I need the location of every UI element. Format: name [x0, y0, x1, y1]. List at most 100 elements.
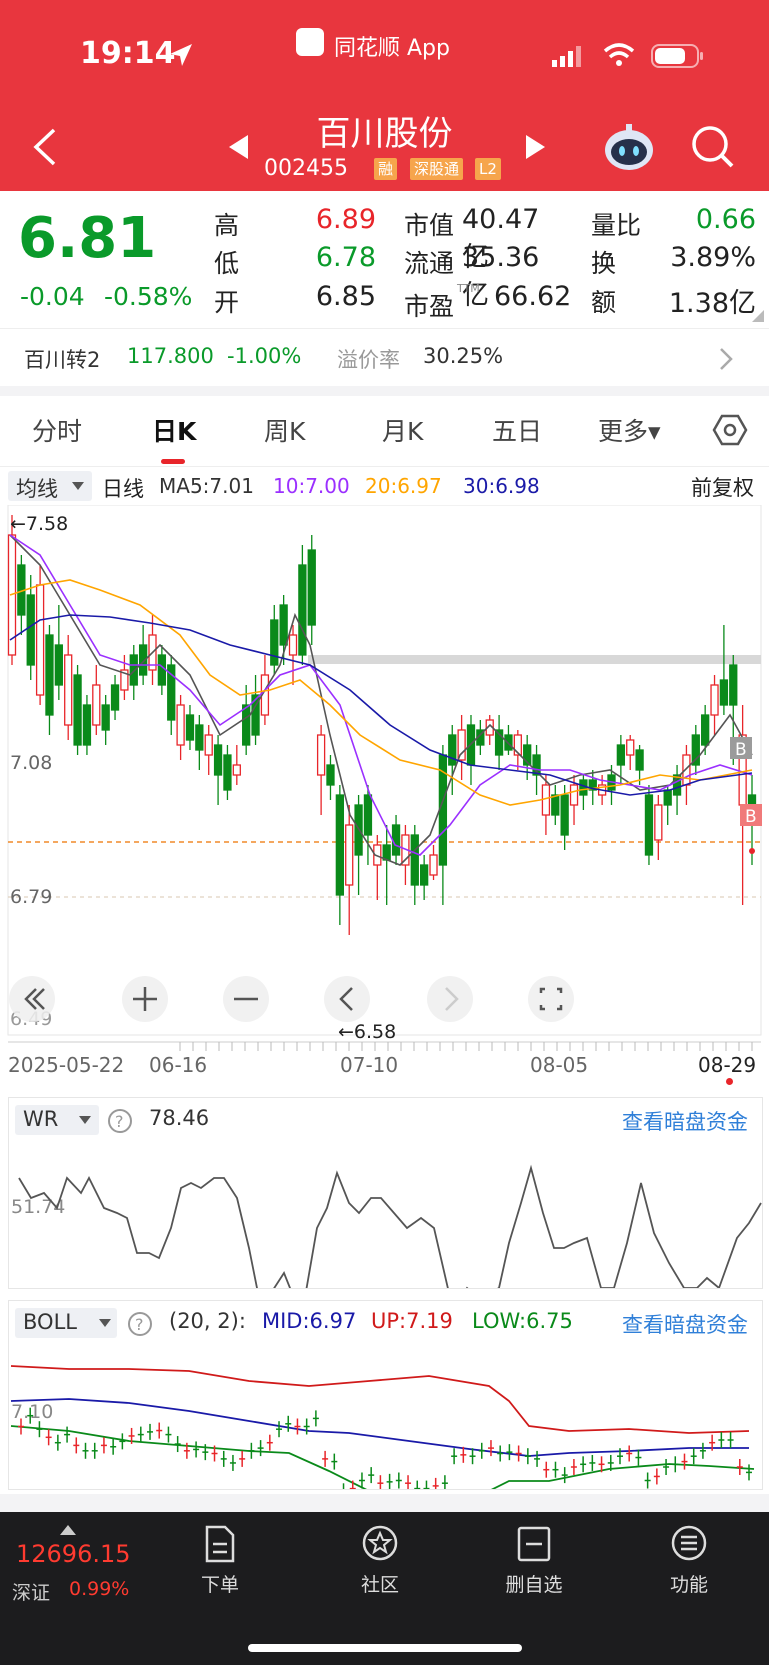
- candle: [54, 644, 63, 686]
- candle: [363, 794, 373, 836]
- candle: [719, 679, 729, 706]
- candle: [316, 734, 326, 776]
- fullscreen-button[interactable]: [528, 976, 574, 1022]
- candle: [391, 824, 401, 856]
- scroll-left-button[interactable]: [9, 976, 55, 1022]
- bottom-bar: 12696.15 深证 0.99% 下单 社区 删自选 功能: [0, 1512, 769, 1665]
- kline-chart[interactable]: 7.08 6.79 6.49 ←7.58 ←6.58 B B 2025-05-2…: [0, 505, 769, 1075]
- zoom-in-button[interactable]: [122, 976, 168, 1022]
- chevron-right-icon: [720, 348, 733, 370]
- candle: [701, 714, 710, 746]
- active-tab-indicator: [161, 459, 185, 464]
- wifi-icon: [603, 43, 635, 66]
- market-cap-label: 市值: [404, 211, 455, 240]
- candle: [448, 734, 457, 766]
- candle: [541, 784, 551, 816]
- price-label-7.08: 7.08: [10, 752, 52, 774]
- battery-icon: [651, 44, 703, 68]
- ma20-value: 20:6.97: [365, 474, 442, 498]
- candle: [626, 739, 635, 756]
- indicator-selector[interactable]: 均线: [8, 471, 92, 501]
- dropdown-arrow-icon: [72, 482, 84, 490]
- candle: [204, 734, 213, 756]
- high-marker: ←7.58: [10, 513, 68, 535]
- ma30-value: 30:6.98: [463, 474, 540, 498]
- app-name: 同花顺 App: [334, 36, 450, 61]
- candle: [654, 804, 663, 841]
- menu-icon: [671, 1525, 707, 1561]
- boll-params: (20, 2):: [169, 1309, 246, 1333]
- adjust-mode[interactable]: 前复权: [691, 472, 754, 502]
- candle: [345, 824, 354, 886]
- index-pct: 0.99%: [69, 1578, 130, 1600]
- convertible-bond-row[interactable]: 百川转2 117.800 -1.00% 溢价率 30.25%: [0, 330, 769, 386]
- candle: [270, 619, 279, 666]
- amount-value: 1.38亿: [668, 288, 756, 319]
- candle: [157, 654, 167, 686]
- current-price: 6.81: [18, 206, 157, 271]
- candle: [185, 714, 195, 741]
- candle: [410, 834, 419, 886]
- candle: [64, 654, 73, 726]
- zoom-out-button[interactable]: [223, 976, 269, 1022]
- signal-icon: [552, 46, 581, 67]
- ma5-value: MA5:7.01: [159, 474, 254, 498]
- open-label: 开: [214, 288, 240, 317]
- candle: [110, 684, 120, 711]
- premium-value: 30.25%: [423, 344, 504, 368]
- boll-selector[interactable]: BOLL: [15, 1308, 117, 1338]
- stock-code: 002455: [264, 156, 348, 181]
- help-icon[interactable]: ?: [127, 1311, 153, 1337]
- app-icon: [296, 28, 324, 56]
- tab-weekly-k[interactable]: 周K: [264, 412, 305, 448]
- price-label-6.79: 6.79: [10, 886, 52, 908]
- wr-line: [18, 1164, 762, 1288]
- candle: [644, 794, 654, 856]
- index-up-arrow-icon: [60, 1525, 76, 1535]
- wr-selector[interactable]: WR: [15, 1105, 99, 1135]
- tab-daily-k[interactable]: 日K: [152, 412, 196, 448]
- tab-five-day[interactable]: 五日: [492, 412, 542, 448]
- low-label: 低: [214, 249, 240, 278]
- home-indicator: [248, 1644, 522, 1652]
- float-cap-label: 流通: [404, 249, 455, 278]
- boll-panel[interactable]: BOLL ? (20, 2): MID:6.97 UP:7.19 LOW:6.7…: [8, 1300, 763, 1490]
- index-value[interactable]: 12696.15: [16, 1540, 131, 1568]
- expand-corner-icon[interactable]: [752, 310, 764, 322]
- dark-pool-link-boll[interactable]: 查看暗盘资金: [622, 1309, 748, 1339]
- tab-monthly-k[interactable]: 月K: [382, 412, 423, 448]
- pe-value: 66.62: [494, 281, 572, 312]
- pe-label: 市盈: [404, 292, 455, 321]
- wr-value: 78.46: [149, 1106, 210, 1130]
- tab-intraday[interactable]: 分时: [32, 412, 82, 448]
- wr-panel[interactable]: WR ? 78.46 查看暗盘资金 51.74: [8, 1097, 763, 1289]
- candle: [382, 844, 391, 861]
- candle: [242, 704, 251, 746]
- dark-pool-link-wr[interactable]: 查看暗盘资金: [622, 1106, 748, 1136]
- robot-assistant-icon[interactable]: [602, 122, 656, 174]
- svg-text:B: B: [735, 740, 747, 760]
- step-forward-button[interactable]: [427, 976, 473, 1022]
- candle: [560, 794, 569, 836]
- candle: [569, 784, 579, 806]
- bond-price: 117.800: [127, 344, 214, 368]
- period-label: 日线: [102, 477, 144, 501]
- candle: [176, 704, 185, 746]
- settings-hexagon-icon[interactable]: [712, 412, 748, 448]
- latest-dot: [726, 1078, 733, 1085]
- candle: [335, 794, 344, 896]
- tab-more[interactable]: 更多▾: [598, 412, 661, 448]
- high-value: 6.89: [315, 204, 376, 235]
- help-icon[interactable]: ?: [107, 1108, 133, 1134]
- candle: [616, 744, 626, 766]
- candle: [195, 724, 204, 751]
- next-stock-icon[interactable]: [522, 132, 548, 162]
- low-marker: ←6.58: [338, 1021, 396, 1043]
- candle: [307, 549, 316, 626]
- step-back-button[interactable]: [324, 976, 370, 1022]
- date-label-0616: 06-16: [149, 1053, 207, 1075]
- search-icon[interactable]: [690, 124, 736, 170]
- low-value: 6.78: [315, 242, 376, 273]
- badge-b-current: B: [740, 804, 762, 827]
- community-icon: [362, 1525, 398, 1561]
